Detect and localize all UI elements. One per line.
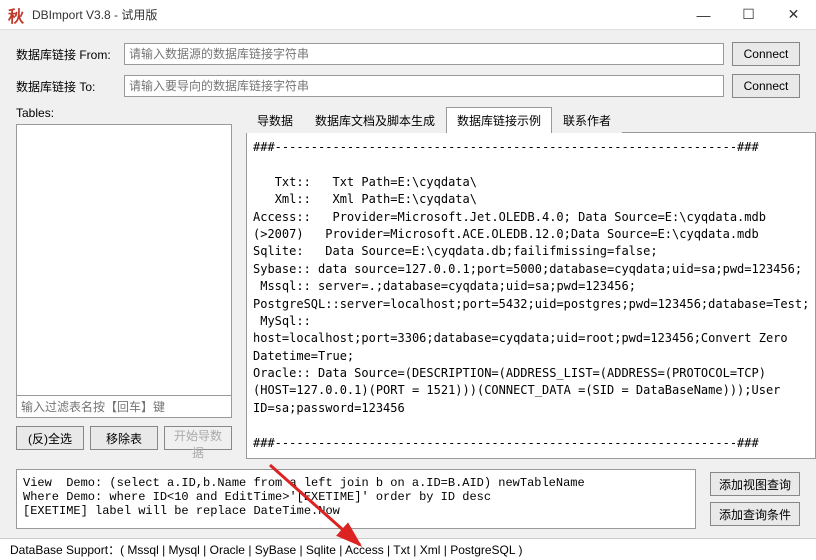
- add-query-condition-button[interactable]: 添加查询条件: [710, 502, 800, 526]
- conn-to-label: 数据库链接 To:: [16, 78, 116, 95]
- close-button[interactable]: ✕: [771, 0, 816, 30]
- statusbar: DataBase Support：( Mssql | Mysql | Oracl…: [0, 538, 816, 560]
- tables-listbox[interactable]: [16, 124, 232, 396]
- conn-from-label: 数据库链接 From:: [16, 46, 116, 63]
- tables-filter-input[interactable]: [16, 396, 232, 418]
- minimize-button[interactable]: —: [681, 0, 726, 30]
- status-text: DataBase Support：( Mssql | Mysql | Oracl…: [10, 541, 522, 558]
- titlebar: 秋 DBImport V3.8 - 试用版 — ☐ ✕: [0, 0, 816, 30]
- conn-from-input[interactable]: [124, 43, 724, 65]
- window-title: DBImport V3.8 - 试用版: [32, 6, 681, 23]
- tab-import-data[interactable]: 导数据: [246, 107, 304, 133]
- connect-from-button[interactable]: Connect: [732, 42, 800, 66]
- add-view-query-button[interactable]: 添加视图查询: [710, 472, 800, 496]
- app-icon: 秋: [6, 5, 26, 25]
- tabs: 导数据 数据库文档及脚本生成 数据库链接示例 联系作者: [246, 106, 816, 133]
- select-all-button[interactable]: (反)全选: [16, 426, 84, 450]
- tab-db-docs[interactable]: 数据库文档及脚本生成: [304, 107, 446, 133]
- remove-table-button[interactable]: 移除表: [90, 426, 158, 450]
- tab-contact[interactable]: 联系作者: [552, 107, 622, 133]
- demo-textarea[interactable]: View Demo: (select a.ID,b.Name from a le…: [16, 469, 696, 529]
- conn-to-input[interactable]: [124, 75, 724, 97]
- conn-example-text[interactable]: ###-------------------------------------…: [246, 133, 816, 459]
- start-import-button: 开始导数据: [164, 426, 232, 450]
- window-controls: — ☐ ✕: [681, 0, 816, 30]
- connect-to-button[interactable]: Connect: [732, 74, 800, 98]
- tab-conn-examples[interactable]: 数据库链接示例: [446, 107, 552, 133]
- maximize-button[interactable]: ☐: [726, 0, 771, 30]
- tables-label: Tables:: [16, 106, 232, 120]
